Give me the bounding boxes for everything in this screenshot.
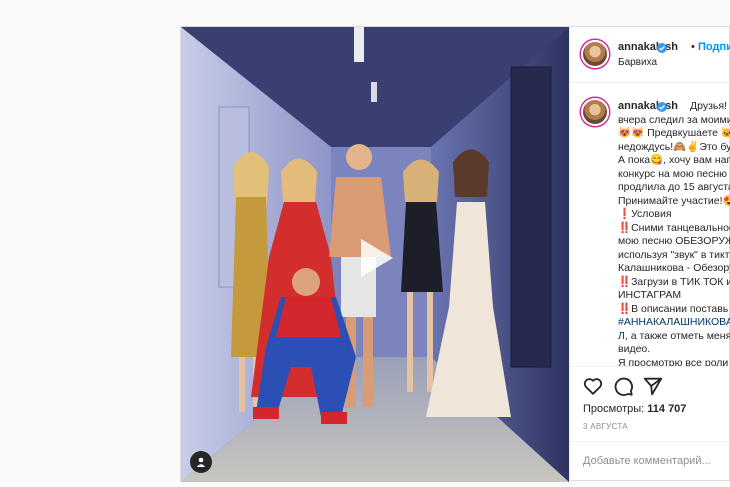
comment-box [570, 441, 730, 482]
instagram-post-page: annakalash • Подписаться Барвиха annakal… [0, 0, 730, 487]
verified-badge-icon [657, 43, 667, 53]
caption-line: используя "звук" в тикт [618, 248, 730, 261]
views-number: 114 707 [647, 403, 687, 415]
post-container: annakalash • Подписаться Барвиха annakal… [180, 26, 730, 482]
caption-line: ИНСТАГРАМ [618, 289, 682, 301]
post-date[interactable]: 3 АВГУСТА [583, 422, 628, 431]
user-tag-icon[interactable] [190, 451, 212, 473]
post-sidebar: annakalash • Подписаться Барвиха annakal… [569, 27, 730, 482]
caption-line: А пока😋, хочу вам напом [618, 154, 730, 166]
comment-icon[interactable] [612, 375, 634, 397]
heart-icon[interactable] [582, 375, 604, 397]
avatar[interactable] [581, 98, 609, 126]
caption-line: видео. [618, 343, 651, 355]
caption-line: мою песню ОБЕЗОРУЖЕ [618, 235, 730, 247]
caption-line: ‼️Загрузи в ТИК ТОК или [618, 275, 730, 288]
caption-line: 😻😻 Предвкушаете 🐱 [618, 127, 730, 139]
caption-line: ‼️Сними танцевальное в [618, 221, 730, 234]
caption-line: конкурс на мою песню [618, 167, 728, 180]
caption-username-link[interactable]: annakalash [618, 100, 678, 112]
post-header: annakalash • Подписаться Барвиха [570, 27, 730, 83]
hashtag-link[interactable]: #АННАКАЛАШНИКОВАОБЕЗ [618, 316, 730, 330]
hashtag-link-continued[interactable]: Л [618, 330, 625, 342]
caption-text: Друзья! Кто вчера следил за моими 😻😻 Пре… [618, 100, 730, 367]
caption-line: Друзья! Кто [690, 100, 730, 112]
caption-line: вчера следил за моими [618, 113, 730, 126]
caption-text-fragment: , а также отметь меня [624, 329, 730, 342]
caption-line: недождусь!🙈✌️Это буде [618, 140, 730, 153]
username-link[interactable]: annakalash [618, 41, 678, 53]
views-label: Просмотры: [583, 403, 645, 415]
caption-block: annakalash Друзья! Кто вчера следил за м… [570, 83, 730, 366]
caption-line: Я просмотрю все роли [618, 356, 729, 367]
location-link[interactable]: Барвиха [618, 57, 657, 68]
caption-line: Калашникова - Обезоруж [618, 262, 730, 274]
caption-line: продлила до 15 августа [618, 181, 730, 193]
verified-badge-icon [657, 102, 667, 112]
post-actions: Просмотры: 114 707 3 АВГУСТА [570, 366, 730, 482]
avatar[interactable] [581, 40, 609, 68]
caption-line: Л, а также отметь меня [618, 330, 730, 344]
caption-line: ‼️В описании поставь х [618, 302, 730, 315]
caption-line: Принимайте участие!😍 [618, 194, 730, 207]
post-video[interactable] [181, 27, 569, 482]
play-icon[interactable] [349, 233, 399, 283]
separator-dot: • [691, 41, 695, 53]
follow-button[interactable]: Подписаться [698, 41, 730, 53]
caption-line: ❗Условия [618, 208, 672, 220]
share-icon[interactable] [642, 375, 664, 397]
comment-input[interactable] [583, 455, 728, 467]
views-count[interactable]: Просмотры: 114 707 [583, 403, 686, 415]
